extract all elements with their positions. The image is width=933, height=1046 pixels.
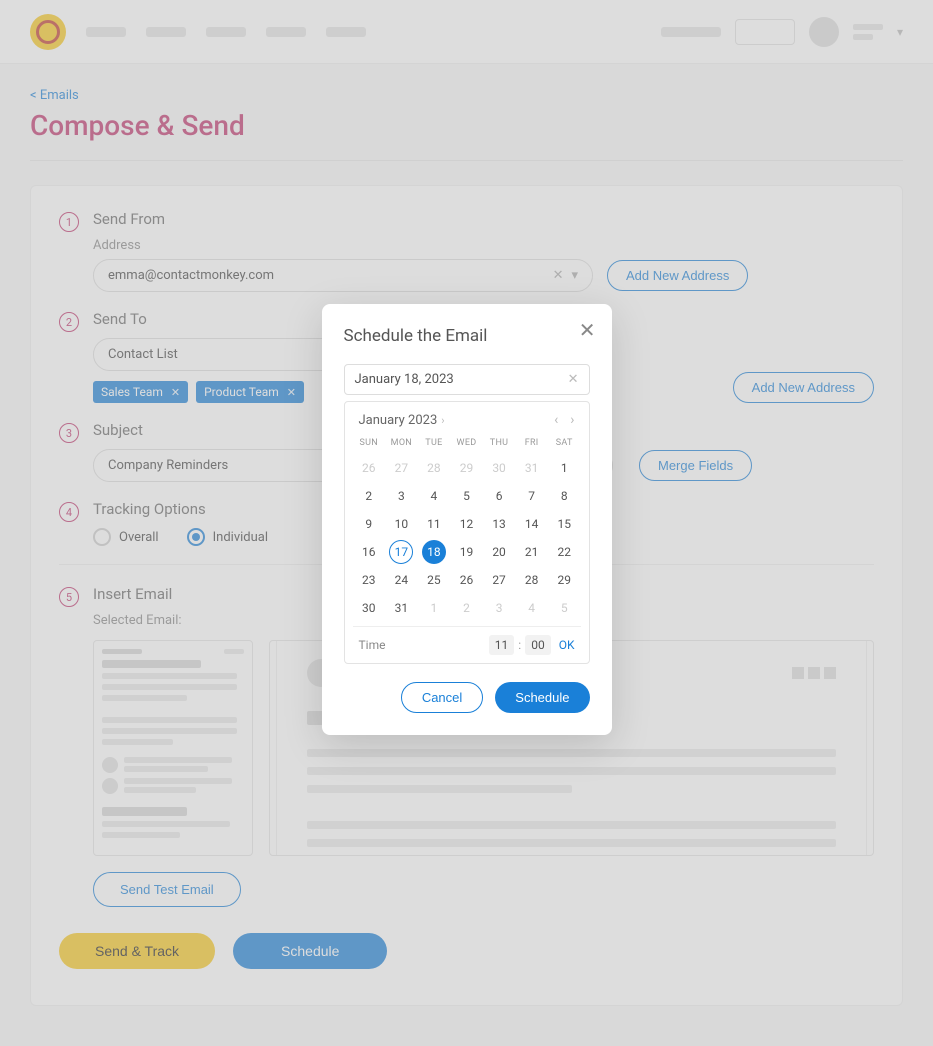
calendar-day[interactable]: 29 — [552, 568, 576, 592]
calendar-day[interactable]: 17 — [389, 540, 413, 564]
calendar-dow: THU — [483, 436, 516, 452]
calendar-dow: TUE — [418, 436, 451, 452]
schedule-modal: ✕ Schedule the Email January 18, 2023 ✕ … — [322, 304, 612, 735]
calendar-day[interactable]: 27 — [389, 456, 413, 480]
prev-month-icon[interactable]: ‹ — [554, 412, 558, 428]
calendar-day[interactable]: 18 — [422, 540, 446, 564]
calendar-day[interactable]: 5 — [552, 596, 576, 620]
modal-overlay: ✕ Schedule the Email January 18, 2023 ✕ … — [0, 0, 933, 1046]
calendar-day[interactable]: 10 — [389, 512, 413, 536]
calendar-month-label[interactable]: January 2023 › — [359, 413, 445, 428]
calendar-day[interactable]: 30 — [357, 596, 381, 620]
calendar-day[interactable]: 20 — [487, 540, 511, 564]
calendar-day[interactable]: 4 — [520, 596, 544, 620]
schedule-confirm-button[interactable]: Schedule — [495, 682, 589, 713]
next-month-icon[interactable]: › — [570, 412, 574, 428]
calendar-day[interactable]: 7 — [520, 484, 544, 508]
calendar-day[interactable]: 21 — [520, 540, 544, 564]
close-icon[interactable]: ✕ — [579, 318, 596, 342]
calendar-day[interactable]: 1 — [552, 456, 576, 480]
calendar-day[interactable]: 9 — [357, 512, 381, 536]
clear-icon[interactable]: ✕ — [568, 372, 579, 387]
time-picker[interactable]: 11 : 00 — [489, 635, 551, 655]
time-minute[interactable]: 00 — [525, 635, 551, 655]
calendar-day[interactable]: 22 — [552, 540, 576, 564]
calendar-day[interactable]: 8 — [552, 484, 576, 508]
calendar-day[interactable]: 4 — [422, 484, 446, 508]
time-label: Time — [359, 638, 386, 652]
date-input[interactable]: January 18, 2023 ✕ — [344, 364, 590, 395]
date-input-value: January 18, 2023 — [355, 372, 454, 387]
calendar-day[interactable]: 3 — [487, 596, 511, 620]
calendar-day[interactable]: 12 — [454, 512, 478, 536]
calendar-day[interactable]: 1 — [422, 596, 446, 620]
calendar-day[interactable]: 3 — [389, 484, 413, 508]
calendar-day[interactable]: 23 — [357, 568, 381, 592]
calendar-dow: FRI — [515, 436, 548, 452]
calendar-day[interactable]: 27 — [487, 568, 511, 592]
calendar-day[interactable]: 29 — [454, 456, 478, 480]
calendar-day[interactable]: 5 — [454, 484, 478, 508]
time-ok-button[interactable]: OK — [559, 638, 575, 652]
calendar-day[interactable]: 13 — [487, 512, 511, 536]
calendar-day[interactable]: 26 — [454, 568, 478, 592]
calendar-day[interactable]: 2 — [357, 484, 381, 508]
calendar-day[interactable]: 15 — [552, 512, 576, 536]
month-text: January 2023 — [359, 413, 438, 428]
chevron-right-icon: › — [441, 414, 444, 427]
calendar-dow: SUN — [353, 436, 386, 452]
calendar-day[interactable]: 30 — [487, 456, 511, 480]
calendar-day[interactable]: 31 — [389, 596, 413, 620]
calendar-dow: SAT — [548, 436, 581, 452]
calendar-day[interactable]: 28 — [422, 456, 446, 480]
calendar-day[interactable]: 24 — [389, 568, 413, 592]
calendar-day[interactable]: 11 — [422, 512, 446, 536]
calendar-day[interactable]: 16 — [357, 540, 381, 564]
calendar-day[interactable]: 25 — [422, 568, 446, 592]
calendar-day[interactable]: 6 — [487, 484, 511, 508]
cancel-button[interactable]: Cancel — [401, 682, 483, 713]
calendar: January 2023 › ‹ › SUNMONTUEWEDTHUFRISAT… — [344, 401, 590, 664]
calendar-dow: WED — [450, 436, 483, 452]
time-hour[interactable]: 11 — [489, 635, 515, 655]
modal-title: Schedule the Email — [344, 326, 590, 346]
calendar-day[interactable]: 26 — [357, 456, 381, 480]
calendar-day[interactable]: 2 — [454, 596, 478, 620]
calendar-dow: MON — [385, 436, 418, 452]
calendar-day[interactable]: 14 — [520, 512, 544, 536]
calendar-day[interactable]: 31 — [520, 456, 544, 480]
calendar-day[interactable]: 28 — [520, 568, 544, 592]
calendar-day[interactable]: 19 — [454, 540, 478, 564]
